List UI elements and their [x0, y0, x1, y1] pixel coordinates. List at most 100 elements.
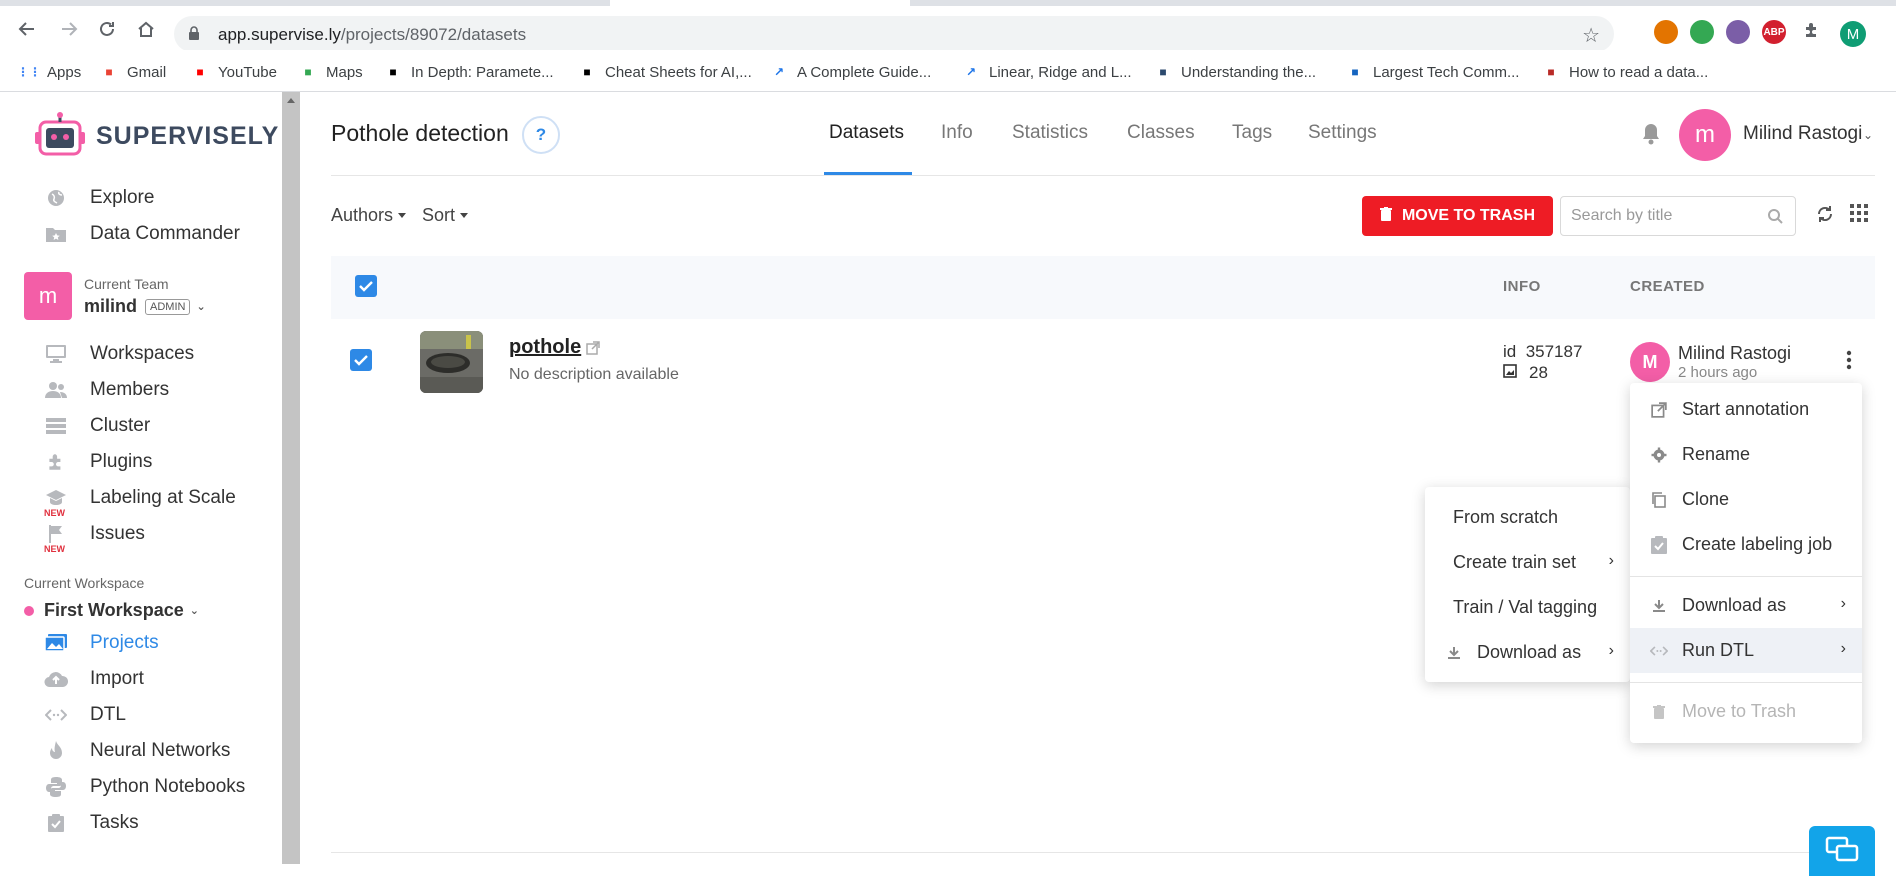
- search-input[interactable]: [1571, 205, 1761, 227]
- user-avatar[interactable]: m: [1679, 109, 1731, 161]
- address-bar[interactable]: app.supervise.ly/projects/89072/datasets…: [174, 16, 1614, 52]
- chevron-right-icon: ›: [1840, 595, 1846, 612]
- sidebar-item-labeling-at-scale[interactable]: Labeling at Scale: [44, 485, 236, 511]
- new-badge: NEW: [44, 544, 65, 554]
- search-icon[interactable]: [1767, 208, 1783, 229]
- menu-item-label: Run DTL: [1682, 640, 1755, 660]
- sidebar-item-import[interactable]: Import: [44, 666, 144, 692]
- back-icon[interactable]: [14, 16, 40, 42]
- bookmark-understanding-the[interactable]: ■ Understanding the...: [1154, 62, 1316, 82]
- tab-datasets[interactable]: Datasets: [829, 122, 904, 144]
- bookmark-in-depth-paramete[interactable]: ■ In Depth: Paramete...: [384, 62, 553, 82]
- chevron-down-icon[interactable]: ⌄: [190, 604, 199, 617]
- sidebar-item-members[interactable]: Members: [44, 377, 169, 403]
- tab-statistics[interactable]: Statistics: [1012, 122, 1088, 144]
- bookmark-maps[interactable]: ■ Maps: [299, 62, 362, 82]
- dataset-thumbnail[interactable]: [420, 331, 483, 393]
- bookmark-largest-tech-comm[interactable]: ■ Largest Tech Comm...: [1346, 62, 1519, 82]
- extension-1-icon[interactable]: [1654, 20, 1678, 44]
- sidebar-item-python-notebooks[interactable]: Python Notebooks: [44, 774, 245, 800]
- team-switcher[interactable]: milind ADMIN ⌄: [84, 296, 206, 317]
- chart-line-icon: ↗: [773, 65, 785, 79]
- chevron-down-icon[interactable]: ⌄: [196, 300, 205, 313]
- move-to-trash-button[interactable]: MOVE TO TRASH: [1362, 196, 1553, 236]
- sidebar-item-tasks[interactable]: Tasks: [44, 810, 139, 836]
- bookmark-star-icon[interactable]: ☆: [1582, 23, 1600, 48]
- external-link-icon[interactable]: [586, 341, 600, 360]
- dataset-name-link[interactable]: pothole: [509, 336, 581, 359]
- submenu-item-download-as[interactable]: Download as ›: [1425, 630, 1630, 675]
- submenu-item-create-train-set[interactable]: Create train set ›: [1425, 540, 1630, 585]
- sidebar-item-data-commander[interactable]: Data Commander: [44, 221, 240, 247]
- menu-item-clone[interactable]: Clone: [1630, 477, 1862, 522]
- grid-view-icon[interactable]: [1850, 204, 1868, 227]
- chart-line-icon: ↗: [965, 65, 977, 79]
- bookmark-gmail[interactable]: ■ Gmail: [100, 62, 166, 82]
- menu-item-run-dtl[interactable]: Run DTL ›: [1630, 628, 1862, 673]
- sidebar-scrollbar[interactable]: [282, 92, 300, 864]
- adblock-plus-icon[interactable]: ABP: [1762, 20, 1786, 44]
- submenu-item-from-scratch[interactable]: From scratch: [1425, 495, 1630, 540]
- sidebar-item-workspaces[interactable]: Workspaces: [44, 341, 194, 367]
- bookmark-cheat-sheets-for-ai[interactable]: ■ Cheat Sheets for AI,...: [578, 62, 751, 82]
- lock-icon[interactable]: [188, 26, 200, 46]
- forward-icon[interactable]: [56, 16, 82, 42]
- sort-dropdown[interactable]: Sort: [422, 205, 469, 226]
- sidebar-item-cluster[interactable]: Cluster: [44, 413, 150, 439]
- menu-item-label: Move to Trash: [1682, 701, 1797, 721]
- menu-item-label: Start annotation: [1682, 399, 1810, 419]
- chevron-down-icon[interactable]: ⌄: [1863, 128, 1873, 142]
- reload-icon[interactable]: [94, 16, 120, 42]
- extension-2-icon[interactable]: [1690, 20, 1714, 44]
- row-checkbox[interactable]: [350, 349, 372, 371]
- bookmark-linear-ridge-and-l[interactable]: ↗ Linear, Ridge and L...: [962, 62, 1132, 82]
- chat-support-button[interactable]: [1809, 826, 1875, 876]
- browser-toolbar: app.supervise.ly/projects/89072/datasets…: [0, 6, 1896, 52]
- sidebar-item-plugins[interactable]: Plugins: [44, 449, 152, 475]
- browser-profile-avatar[interactable]: M: [1840, 21, 1866, 47]
- tab-classes[interactable]: Classes: [1127, 122, 1195, 144]
- submenu-item-train-val-tagging[interactable]: Train / Val tagging: [1425, 585, 1630, 630]
- logo[interactable]: SUPERVISELY: [34, 112, 279, 160]
- select-all-checkbox[interactable]: [355, 275, 377, 297]
- tab-info[interactable]: Info: [941, 122, 973, 144]
- tab-settings[interactable]: Settings: [1308, 122, 1377, 144]
- sidebar-item-dtl[interactable]: DTL: [44, 702, 126, 728]
- sidebar-item-explore[interactable]: Explore: [44, 185, 154, 211]
- puzzle-extensions-icon[interactable]: [1802, 20, 1822, 45]
- menu-item-start-annotation[interactable]: Start annotation: [1630, 387, 1862, 432]
- more-options-icon[interactable]: [1846, 350, 1852, 375]
- home-icon[interactable]: [133, 16, 159, 42]
- menu-item-label: Clone: [1682, 489, 1730, 509]
- refresh-icon[interactable]: [1815, 204, 1835, 229]
- scroll-up-arrow-icon[interactable]: [287, 98, 295, 103]
- menu-item-rename[interactable]: Rename: [1630, 432, 1862, 477]
- role-badge: ADMIN: [145, 298, 191, 315]
- team-avatar[interactable]: m: [24, 272, 72, 320]
- sidebar-item-label: Data Commander: [90, 223, 240, 244]
- sidebar-item-label: Plugins: [90, 451, 153, 472]
- dataset-image-count: 28: [1503, 363, 1548, 383]
- extension-3-icon[interactable]: [1726, 20, 1750, 44]
- bookmark-youtube[interactable]: ■ YouTube: [191, 62, 277, 82]
- chevron-right-icon: ›: [1608, 642, 1614, 659]
- code-arrows-icon: [44, 703, 68, 727]
- tab-tags[interactable]: Tags: [1232, 122, 1272, 144]
- bookmark-apps[interactable]: ⋮⋮ Apps: [17, 62, 81, 82]
- sidebar-item-neural-networks[interactable]: Neural Networks: [44, 738, 230, 764]
- search-box[interactable]: [1560, 196, 1796, 236]
- images-icon: [44, 631, 68, 655]
- bookmark-a-complete-guide[interactable]: ↗ A Complete Guide...: [770, 62, 931, 82]
- menu-item-download-as[interactable]: Download as ›: [1630, 583, 1862, 628]
- workspace-switcher[interactable]: First Workspace ⌄: [24, 600, 199, 621]
- bookmark-label: Gmail: [127, 63, 167, 81]
- sidebar-item-projects[interactable]: Projects: [44, 630, 159, 656]
- user-name[interactable]: Milind Rastogi: [1743, 123, 1862, 145]
- authors-filter[interactable]: Authors: [331, 205, 407, 226]
- help-button[interactable]: ?: [522, 116, 560, 154]
- menu-item-create-labeling-job[interactable]: Create labeling job: [1630, 522, 1862, 567]
- chevron-right-icon: ›: [1840, 640, 1846, 657]
- notification-bell-icon[interactable]: [1640, 122, 1662, 151]
- image-icon: [1503, 363, 1517, 383]
- bookmark-how-to-read-a-data[interactable]: ■ How to read a data...: [1542, 62, 1708, 82]
